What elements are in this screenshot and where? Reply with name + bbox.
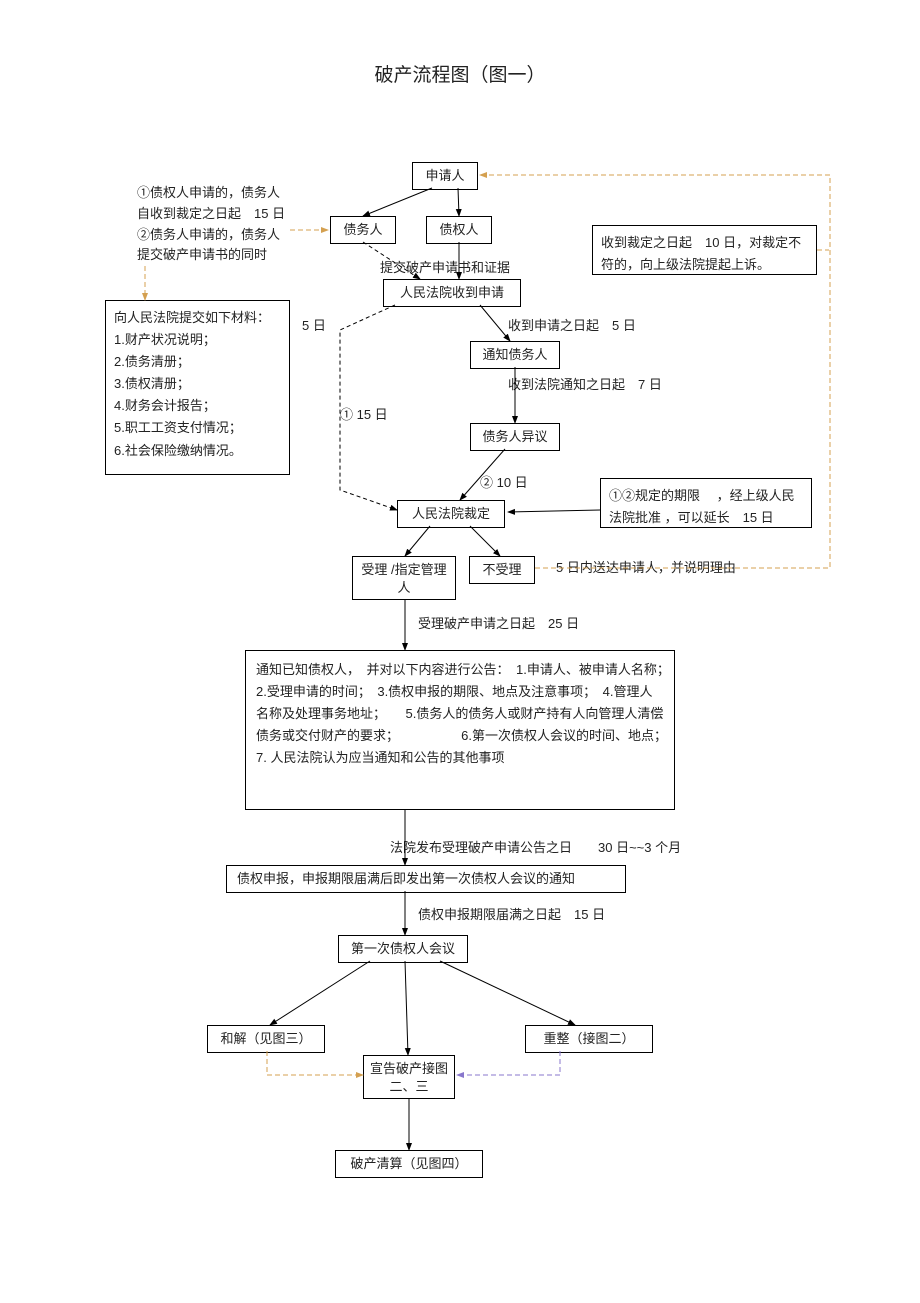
label-15days: ① 15 日	[340, 405, 388, 426]
node-applicant: 申请人	[412, 162, 478, 190]
node-notice-content: 通知已知债权人， 并对以下内容进行公告： 1.申请人、被申请人名称； 2.受理申…	[245, 650, 675, 810]
node-declare: 宣告破产接图二、三	[363, 1055, 455, 1099]
node-debtor-objection: 债务人异议	[470, 423, 560, 451]
label-notify-7: 收到法院通知之日起 7 日	[508, 375, 662, 396]
node-debtor: 债务人	[330, 216, 396, 244]
note-materials: 向人民法院提交如下材料： 1.财产状况说明； 2.债务清册； 3.债权清册； 4…	[105, 300, 290, 475]
materials-item: 2.债务清册；	[114, 351, 281, 373]
label-5days-left: 5 日	[302, 316, 326, 337]
label-receive-5: 收到申请之日起 5 日	[508, 316, 636, 337]
materials-item: 1.财产状况说明；	[114, 329, 281, 351]
node-creditor: 债权人	[426, 216, 492, 244]
node-first-meeting: 第一次债权人会议	[338, 935, 468, 963]
label-publish-period: 法院发布受理破产申请公告之日 30 日~~3 个月	[390, 838, 681, 859]
node-reject: 不受理	[469, 556, 535, 584]
label-reject-note: 5 日内送达申请人，并说明理由	[556, 558, 736, 579]
note-line: 自收到裁定之日起 15 日	[137, 204, 327, 225]
node-reorganize: 重整（接图二）	[525, 1025, 653, 1053]
label-25days: 受理破产申请之日起 25 日	[418, 614, 579, 635]
label-submit: 提交破产申请书和证据	[380, 258, 510, 279]
node-court-receive: 人民法院收到申请	[383, 279, 521, 307]
node-reconcile: 和解（见图三）	[207, 1025, 325, 1053]
node-court-ruling: 人民法院裁定	[397, 500, 505, 528]
note-appeal: 收到裁定之日起 10 日，对裁定不符的，向上级法院提起上诉。	[592, 225, 817, 275]
label-filing-15: 债权申报期限届满之日起 15 日	[418, 905, 605, 926]
node-notify-debtor: 通知债务人	[470, 341, 560, 369]
page-title: 破产流程图（图一）	[0, 60, 920, 87]
materials-item: 3.债权清册；	[114, 373, 281, 395]
node-claim-filing: 债权申报，申报期限届满后即发出第一次债权人会议的通知	[226, 865, 626, 893]
materials-item: 4.财务会计报告；	[114, 395, 281, 417]
note-extend: ①②规定的期限 ，经上级人民法院批准 ，可以延长 15 日	[600, 478, 812, 528]
note-top-left: ①债权人申请的，债务人 自收到裁定之日起 15 日 ②债务人申请的，债务人 提交…	[137, 183, 327, 266]
node-accept: 受理 /指定管理人	[352, 556, 456, 600]
materials-item: 5.职工工资支付情况；	[114, 417, 281, 439]
materials-item: 6.社会保险缴纳情况。	[114, 440, 281, 462]
materials-title: 向人民法院提交如下材料：	[114, 307, 281, 329]
label-10days: ② 10 日	[480, 473, 528, 494]
note-line: ①债权人申请的，债务人	[137, 183, 327, 204]
note-line: 提交破产申请书的同时	[137, 245, 327, 266]
note-line: ②债务人申请的，债务人	[137, 225, 327, 246]
node-liquidation: 破产清算（见图四）	[335, 1150, 483, 1178]
flowchart-container: 破产流程图（图一） 申请人 债务人 债权人 ①债权人申请的，债务人 自收到裁定之…	[0, 0, 920, 1303]
